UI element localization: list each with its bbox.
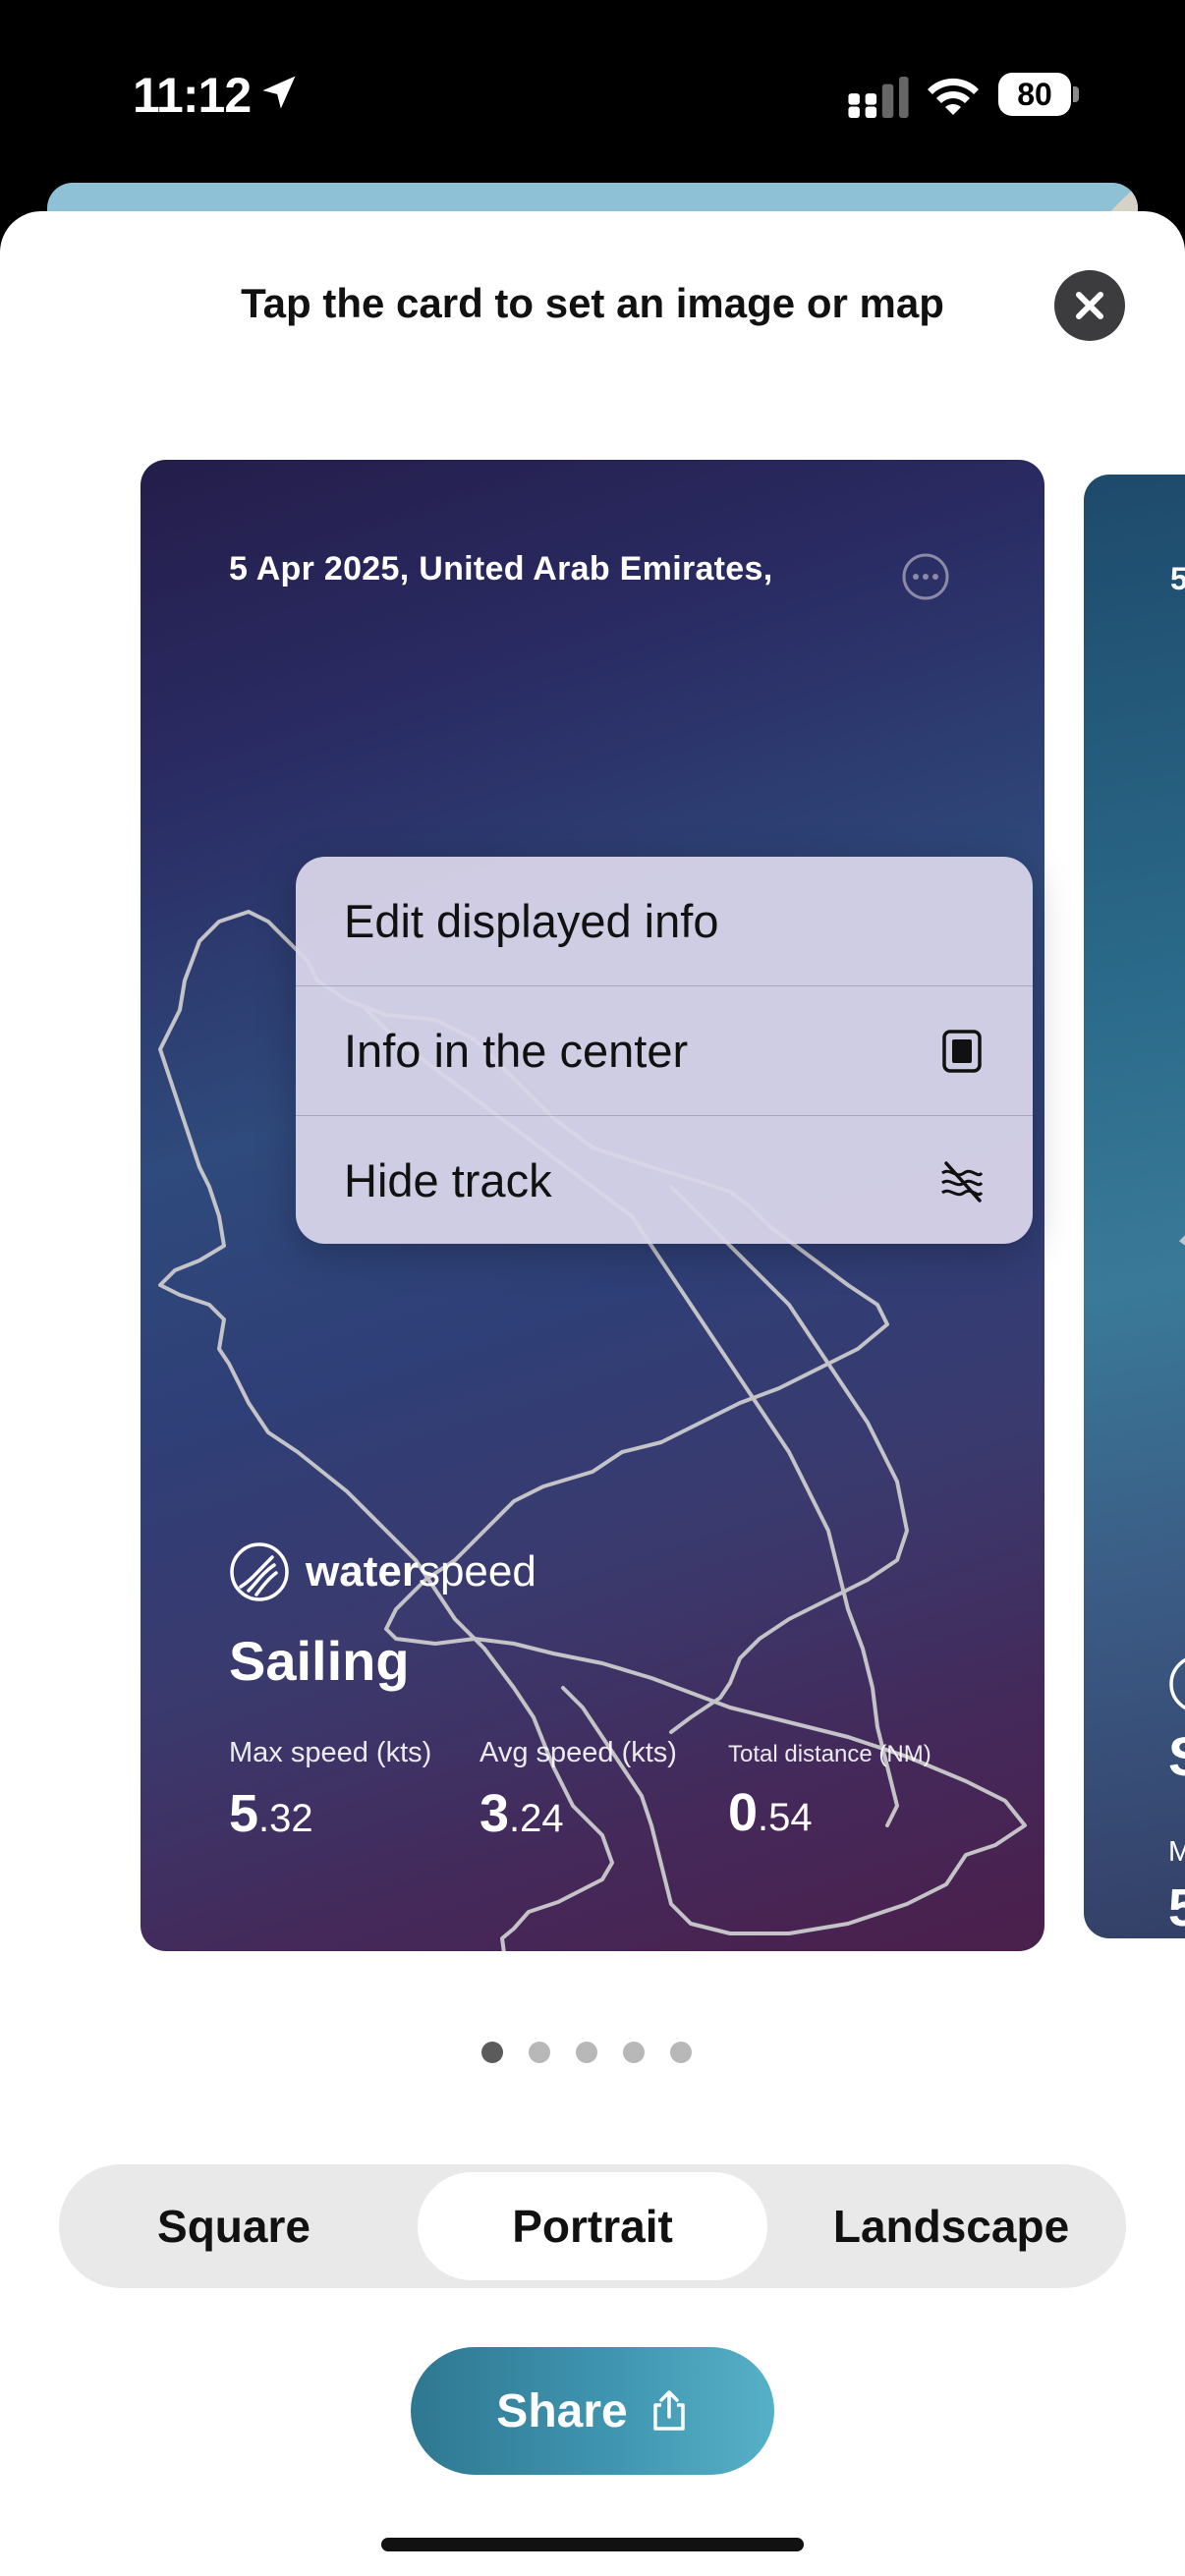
- stat-label: Avg speed (kts): [480, 1737, 677, 1768]
- format-option-landscape[interactable]: Landscape: [784, 2172, 1118, 2280]
- menu-item-edit-info[interactable]: Edit displayed info: [296, 857, 1033, 986]
- hide-track-icon: [941, 1161, 984, 1203]
- page-dot[interactable]: [670, 2042, 692, 2063]
- share-button-label: Share: [496, 2384, 628, 2437]
- stat-max-speed: Max speed (kts) 5.32: [229, 1737, 431, 1844]
- home-indicator[interactable]: [381, 2538, 804, 2551]
- format-segmented-control: Square Portrait Landscape: [59, 2164, 1126, 2288]
- brand-name: waterspeed: [306, 1547, 536, 1596]
- next-card-preview[interactable]: 5 S M 5: [1084, 475, 1185, 1938]
- stat-total-distance: Total distance (NM) 0.54: [728, 1737, 931, 1843]
- location-arrow-icon: [262, 76, 296, 109]
- next-card-logo-icon: [1169, 1657, 1185, 1710]
- next-card-track: [1178, 1235, 1185, 1246]
- next-card-stat-fragment: 5: [1168, 1878, 1185, 1937]
- waterspeed-logo-icon: [230, 1542, 289, 1601]
- sheet-title: Tap the card to set an image or map: [241, 280, 944, 326]
- stat-label: Total distance (NM): [728, 1741, 931, 1767]
- cellular-signal-icon: [848, 77, 909, 118]
- more-options-icon[interactable]: [901, 552, 950, 601]
- wifi-icon: [928, 78, 979, 115]
- battery-indicator: 80: [998, 73, 1081, 118]
- menu-item-hide-track[interactable]: Hide track: [296, 1116, 1033, 1244]
- card-options-menu: Edit displayed info Info in the center H…: [296, 857, 1033, 1244]
- status-time: 11:12: [133, 68, 252, 123]
- format-option-portrait[interactable]: Portrait: [418, 2172, 767, 2280]
- activity-type: Sailing: [229, 1630, 410, 1692]
- next-card-label-fragment: M: [1168, 1836, 1185, 1868]
- close-icon: [1076, 292, 1103, 319]
- page-indicator[interactable]: [481, 2042, 692, 2063]
- menu-item-label: Info in the center: [344, 1025, 689, 1077]
- stat-avg-speed: Avg speed (kts) 3.24: [480, 1737, 677, 1844]
- menu-item-label: Hide track: [344, 1154, 552, 1206]
- page-dot[interactable]: [529, 2042, 550, 2063]
- page-dot[interactable]: [481, 2042, 503, 2063]
- brand-lockup: waterspeed: [229, 1540, 536, 1603]
- stat-value: 0.54: [728, 1783, 813, 1842]
- share-button[interactable]: Share: [411, 2347, 774, 2475]
- share-sheet: Tap the card to set an image or map 5 Ap…: [0, 211, 1185, 2576]
- center-layout-icon: [942, 1030, 982, 1073]
- battery-level: 80: [1017, 77, 1052, 112]
- menu-item-label: Edit displayed info: [344, 895, 719, 947]
- stat-value: 5.32: [229, 1784, 313, 1843]
- share-icon: [652, 2390, 685, 2431]
- page-dot[interactable]: [623, 2042, 645, 2063]
- close-button[interactable]: [1054, 270, 1125, 341]
- menu-item-info-center[interactable]: Info in the center: [296, 986, 1033, 1116]
- format-option-square[interactable]: Square: [67, 2172, 401, 2280]
- stat-label: Max speed (kts): [229, 1737, 432, 1768]
- page-dot[interactable]: [576, 2042, 597, 2063]
- card-date-location: 5 Apr 2025, United Arab Emirates,: [229, 550, 773, 588]
- next-card-activity-fragment: S: [1168, 1724, 1185, 1788]
- stat-value: 3.24: [480, 1784, 564, 1843]
- status-bar: 11:12 80: [0, 0, 1185, 187]
